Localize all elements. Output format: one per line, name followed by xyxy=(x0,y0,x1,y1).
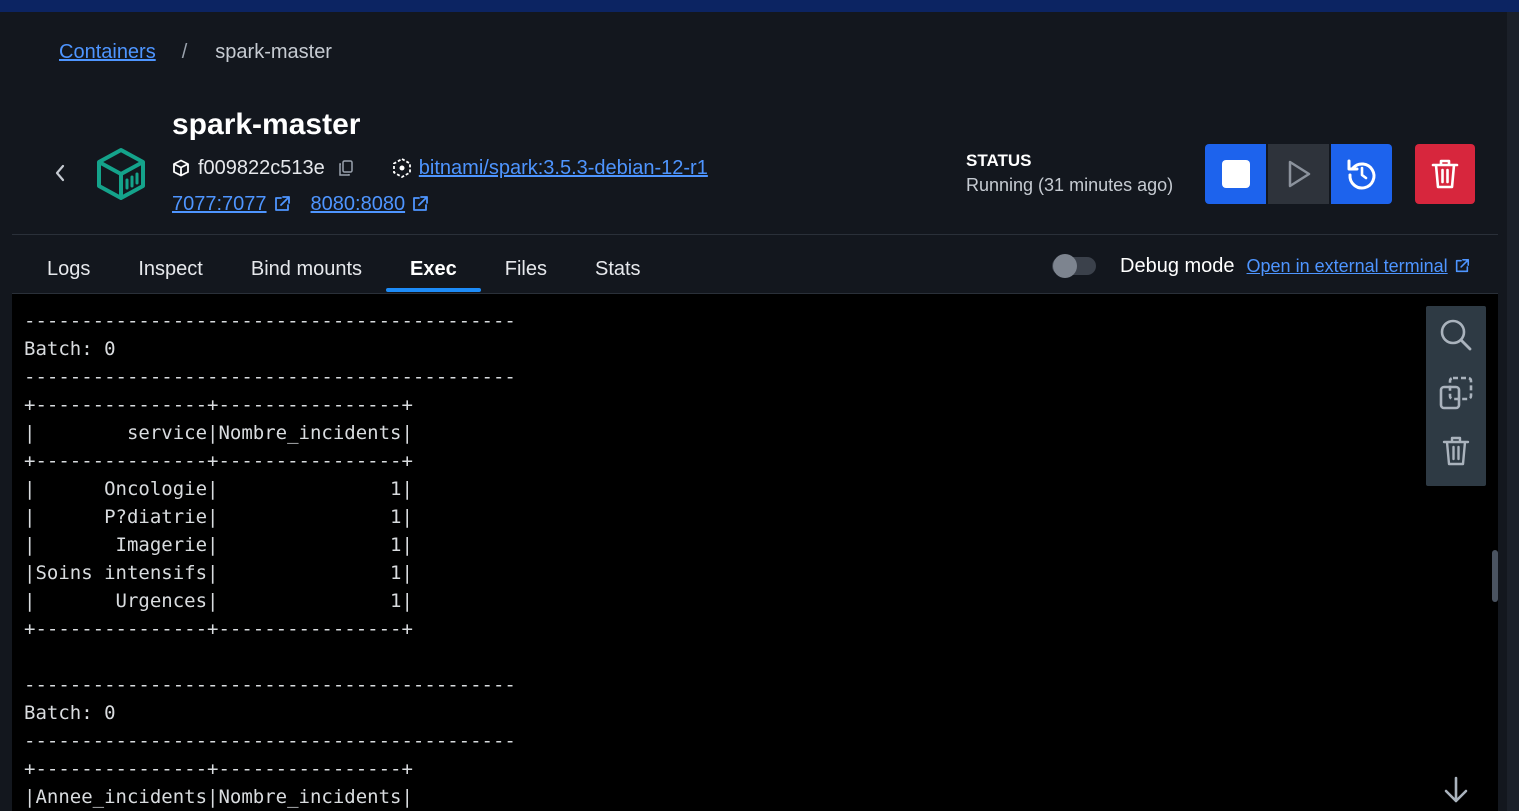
chevron-left-icon xyxy=(55,164,65,182)
scroll-to-bottom-button[interactable] xyxy=(1440,774,1472,806)
tab-exec[interactable]: Exec xyxy=(386,246,481,292)
header-divider xyxy=(12,234,1498,235)
external-link-icon[interactable] xyxy=(1454,258,1470,274)
debug-mode-toggle[interactable] xyxy=(1052,254,1096,278)
play-icon xyxy=(1288,160,1310,188)
terminal-toolbar xyxy=(1426,306,1486,486)
trash-icon xyxy=(1431,159,1459,189)
terminal-line: +---------------+----------------+ xyxy=(24,758,413,780)
external-link-icon[interactable] xyxy=(273,195,291,213)
terminal-line: +---------------+----------------+ xyxy=(24,394,413,416)
container-id: f009822c513e xyxy=(198,156,325,179)
terminal-line: |Annee_incidents|Nombre_incidents| xyxy=(24,786,413,808)
stop-button[interactable] xyxy=(1205,144,1266,204)
search-icon xyxy=(1440,319,1472,351)
container-cube-icon xyxy=(94,146,148,202)
restart-icon xyxy=(1347,159,1375,190)
debug-mode-label: Debug mode xyxy=(1120,254,1235,277)
terminal-scrollbar-thumb[interactable] xyxy=(1492,550,1498,602)
terminal-line: | Oncologie| 1| xyxy=(24,478,413,500)
status-label: STATUS xyxy=(966,151,1032,170)
search-button[interactable] xyxy=(1426,306,1486,364)
container-actions xyxy=(1205,144,1392,204)
image-layers-icon xyxy=(391,157,413,179)
tab-stats[interactable]: Stats xyxy=(571,246,665,292)
status-text: Running (31 minutes ago) xyxy=(966,175,1174,195)
terminal-line: ----------------------------------------… xyxy=(24,366,516,388)
exec-terminal[interactable]: ----------------------------------------… xyxy=(12,293,1498,811)
back-button[interactable] xyxy=(48,160,72,186)
external-link-icon[interactable] xyxy=(411,195,429,213)
terminal-line: ----------------------------------------… xyxy=(24,310,516,332)
terminal-line: ----------------------------------------… xyxy=(24,674,516,696)
container-meta: f009822c513e bitnami/spark:3.5.3-debian-… xyxy=(172,154,708,182)
terminal-line: ----------------------------------------… xyxy=(24,730,516,752)
port-link-2[interactable]: 8080:8080 xyxy=(311,193,406,216)
breadcrumb-separator: / xyxy=(181,40,188,63)
tab-files[interactable]: Files xyxy=(481,246,571,292)
terminal-line: +---------------+----------------+ xyxy=(24,618,413,640)
debug-controls: Debug mode Open in external terminal xyxy=(1052,252,1470,280)
copy-selection-icon xyxy=(1439,376,1473,410)
terminal-line: |Soins intensifs| 1| xyxy=(24,562,413,584)
breadcrumb-current: spark-master xyxy=(215,40,332,63)
terminal-line: Batch: 0 xyxy=(24,702,116,724)
ports: 7077:7077 8080:8080 xyxy=(172,190,429,218)
terminal-line: Batch: 0 xyxy=(24,338,116,360)
start-button[interactable] xyxy=(1268,144,1329,204)
port-link-1[interactable]: 7077:7077 xyxy=(172,193,267,216)
terminal-line: +---------------+----------------+ xyxy=(24,450,413,472)
breadcrumb-containers-link[interactable]: Containers xyxy=(59,41,156,64)
container-name: spark-master xyxy=(172,108,361,141)
copy-selection-button[interactable] xyxy=(1426,364,1486,422)
restart-button[interactable] xyxy=(1331,144,1392,204)
trash-icon xyxy=(1442,436,1470,466)
delete-button[interactable] xyxy=(1415,144,1475,204)
terminal-line: | P?diatrie| 1| xyxy=(24,506,413,528)
arrow-down-icon xyxy=(1444,776,1468,803)
open-external-terminal-link[interactable]: Open in external terminal xyxy=(1247,256,1448,277)
terminal-line: | Imagerie| 1| xyxy=(24,534,413,556)
stop-icon xyxy=(1221,160,1250,188)
copy-id-button[interactable] xyxy=(337,159,355,177)
cube-icon xyxy=(173,159,189,177)
image-link[interactable]: bitnami/spark:3.5.3-debian-12-r1 xyxy=(419,157,708,180)
copy-icon xyxy=(339,160,353,176)
terminal-line: | Urgences| 1| xyxy=(24,590,413,612)
tab-inspect[interactable]: Inspect xyxy=(114,246,226,292)
top-accent-bar xyxy=(0,0,1519,12)
toggle-knob xyxy=(1053,254,1077,278)
tab-bind-mounts[interactable]: Bind mounts xyxy=(227,246,386,292)
terminal-output: ----------------------------------------… xyxy=(24,307,516,811)
tab-logs[interactable]: Logs xyxy=(23,246,114,292)
tab-bar: Logs Inspect Bind mounts Exec Files Stat… xyxy=(23,246,665,292)
clear-terminal-button[interactable] xyxy=(1426,422,1486,480)
breadcrumb: Containers / spark-master xyxy=(59,40,332,64)
window-edge xyxy=(1507,12,1519,811)
terminal-line: | service|Nombre_incidents| xyxy=(24,422,413,444)
